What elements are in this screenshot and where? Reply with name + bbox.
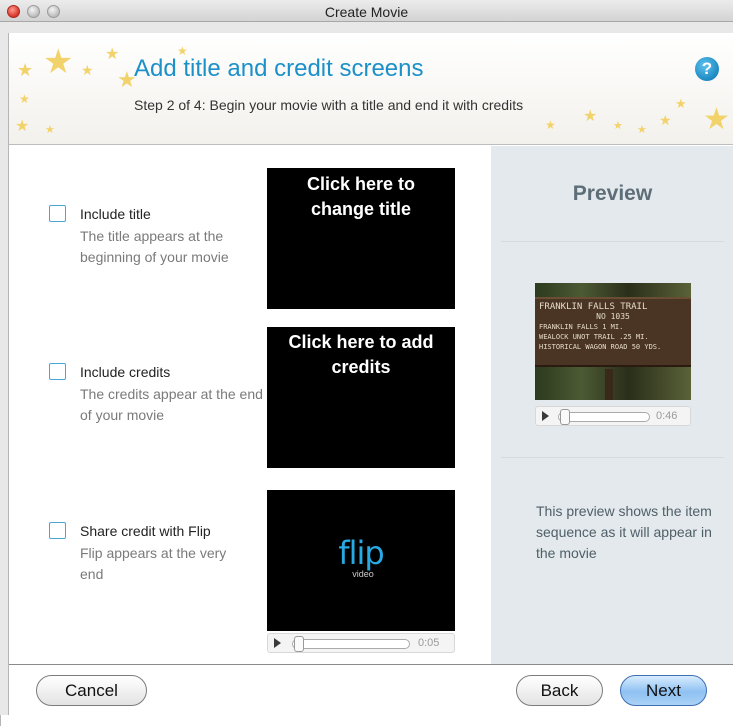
star-decoration-icon: ★ [15,118,30,135]
include-credits-description: The credits appear at the end of your mo… [80,386,263,423]
help-icon[interactable]: ? [695,57,719,81]
star-decoration-icon: ★ [81,62,94,78]
star-decoration-icon: ★ [43,43,74,81]
title-thumbnail-text: Click here to change title [306,174,416,219]
share-credit-flip-checkbox[interactable] [49,522,66,539]
title-bar: Create Movie [0,0,733,22]
next-button[interactable]: Next [620,675,707,706]
star-decoration-icon: ★ [45,124,55,136]
flip-logo-subtext: video [352,569,374,579]
share-credit-flip-description: Flip appears at the very end [80,545,227,582]
wizard-header: ★ ★ ★ ★ ★ ★ ★ ★ ★ ★ ★ ★ ★ ★ ★ ★ Add titl… [9,33,733,145]
sign-post [605,369,613,400]
sign-line: NO 1035 [596,312,630,321]
title-screen-thumbnail[interactable]: Click here to change title [267,168,455,309]
preview-heading: Preview [572,182,653,205]
cancel-button[interactable]: Cancel [36,675,147,706]
star-decoration-icon: ★ [19,92,30,106]
wizard-panel: ★ ★ ★ ★ ★ ★ ★ ★ ★ ★ ★ ★ ★ ★ ★ ★ Add titl… [8,33,733,715]
seek-track[interactable] [292,639,410,649]
preview-image: FRANKLIN FALLS TRAIL NO 1035 FRANKLIN FA… [535,283,691,400]
star-decoration-icon: ★ [105,46,120,63]
trail-sign: FRANKLIN FALLS TRAIL NO 1035 FRANKLIN FA… [535,297,691,367]
seek-knob[interactable] [294,636,304,652]
flip-video-player: 0:05 [267,633,455,653]
divider [501,241,724,242]
window-title: Create Movie [324,4,409,20]
page-title: Add title and credit screens [134,55,424,82]
flip-logo: flip video [267,536,455,579]
sign-line: FRANKLIN FALLS 1 MI. [539,323,624,331]
sign-line: FRANKLIN FALLS TRAIL [539,302,648,312]
duration-label: 0:46 [656,410,678,422]
sign-line: WEALOCK UNOT TRAIL .25 MI. [539,333,649,341]
star-decoration-icon: ★ [545,118,556,132]
step-subtitle: Step 2 of 4: Begin your movie with a tit… [134,97,524,113]
include-title-label: Include title [80,206,151,222]
star-decoration-icon: ★ [637,124,647,136]
flip-logo-thumbnail: flip video [267,490,455,631]
duration-label: 0:05 [418,637,440,649]
include-credits-label: Include credits [80,364,171,380]
star-decoration-icon: ★ [613,120,623,132]
share-credit-flip-label: Share credit with Flip [80,523,211,539]
divider [501,457,724,458]
back-button[interactable]: Back [516,675,603,706]
star-decoration-icon: ★ [703,103,730,136]
include-title-description: The title appears at the beginning of yo… [80,228,229,265]
play-icon[interactable] [542,411,549,421]
play-icon[interactable] [274,638,281,648]
preview-description: This preview shows the item sequence as … [536,503,712,561]
star-decoration-icon: ★ [17,60,34,80]
preview-video-player: 0:46 [535,406,691,426]
seek-knob[interactable] [560,409,570,425]
seek-track[interactable] [558,412,650,422]
star-decoration-icon: ★ [675,96,687,111]
wizard-footer: Cancel Back Next [9,664,733,715]
window-bottom [0,715,733,726]
include-credits-checkbox[interactable] [49,363,66,380]
preview-panel: Preview FRANKLIN FALLS TRAIL NO 1035 FRA… [491,146,733,664]
flip-logo-text: flip [338,534,384,572]
credits-thumbnail-text: Click here to add credits [288,332,434,377]
credits-screen-thumbnail[interactable]: Click here to add credits [267,327,455,468]
sign-line: HISTORICAL WAGON ROAD 50 YDS. [539,343,662,351]
star-decoration-icon: ★ [659,112,672,128]
star-decoration-icon: ★ [583,108,598,125]
include-title-checkbox[interactable] [49,205,66,222]
